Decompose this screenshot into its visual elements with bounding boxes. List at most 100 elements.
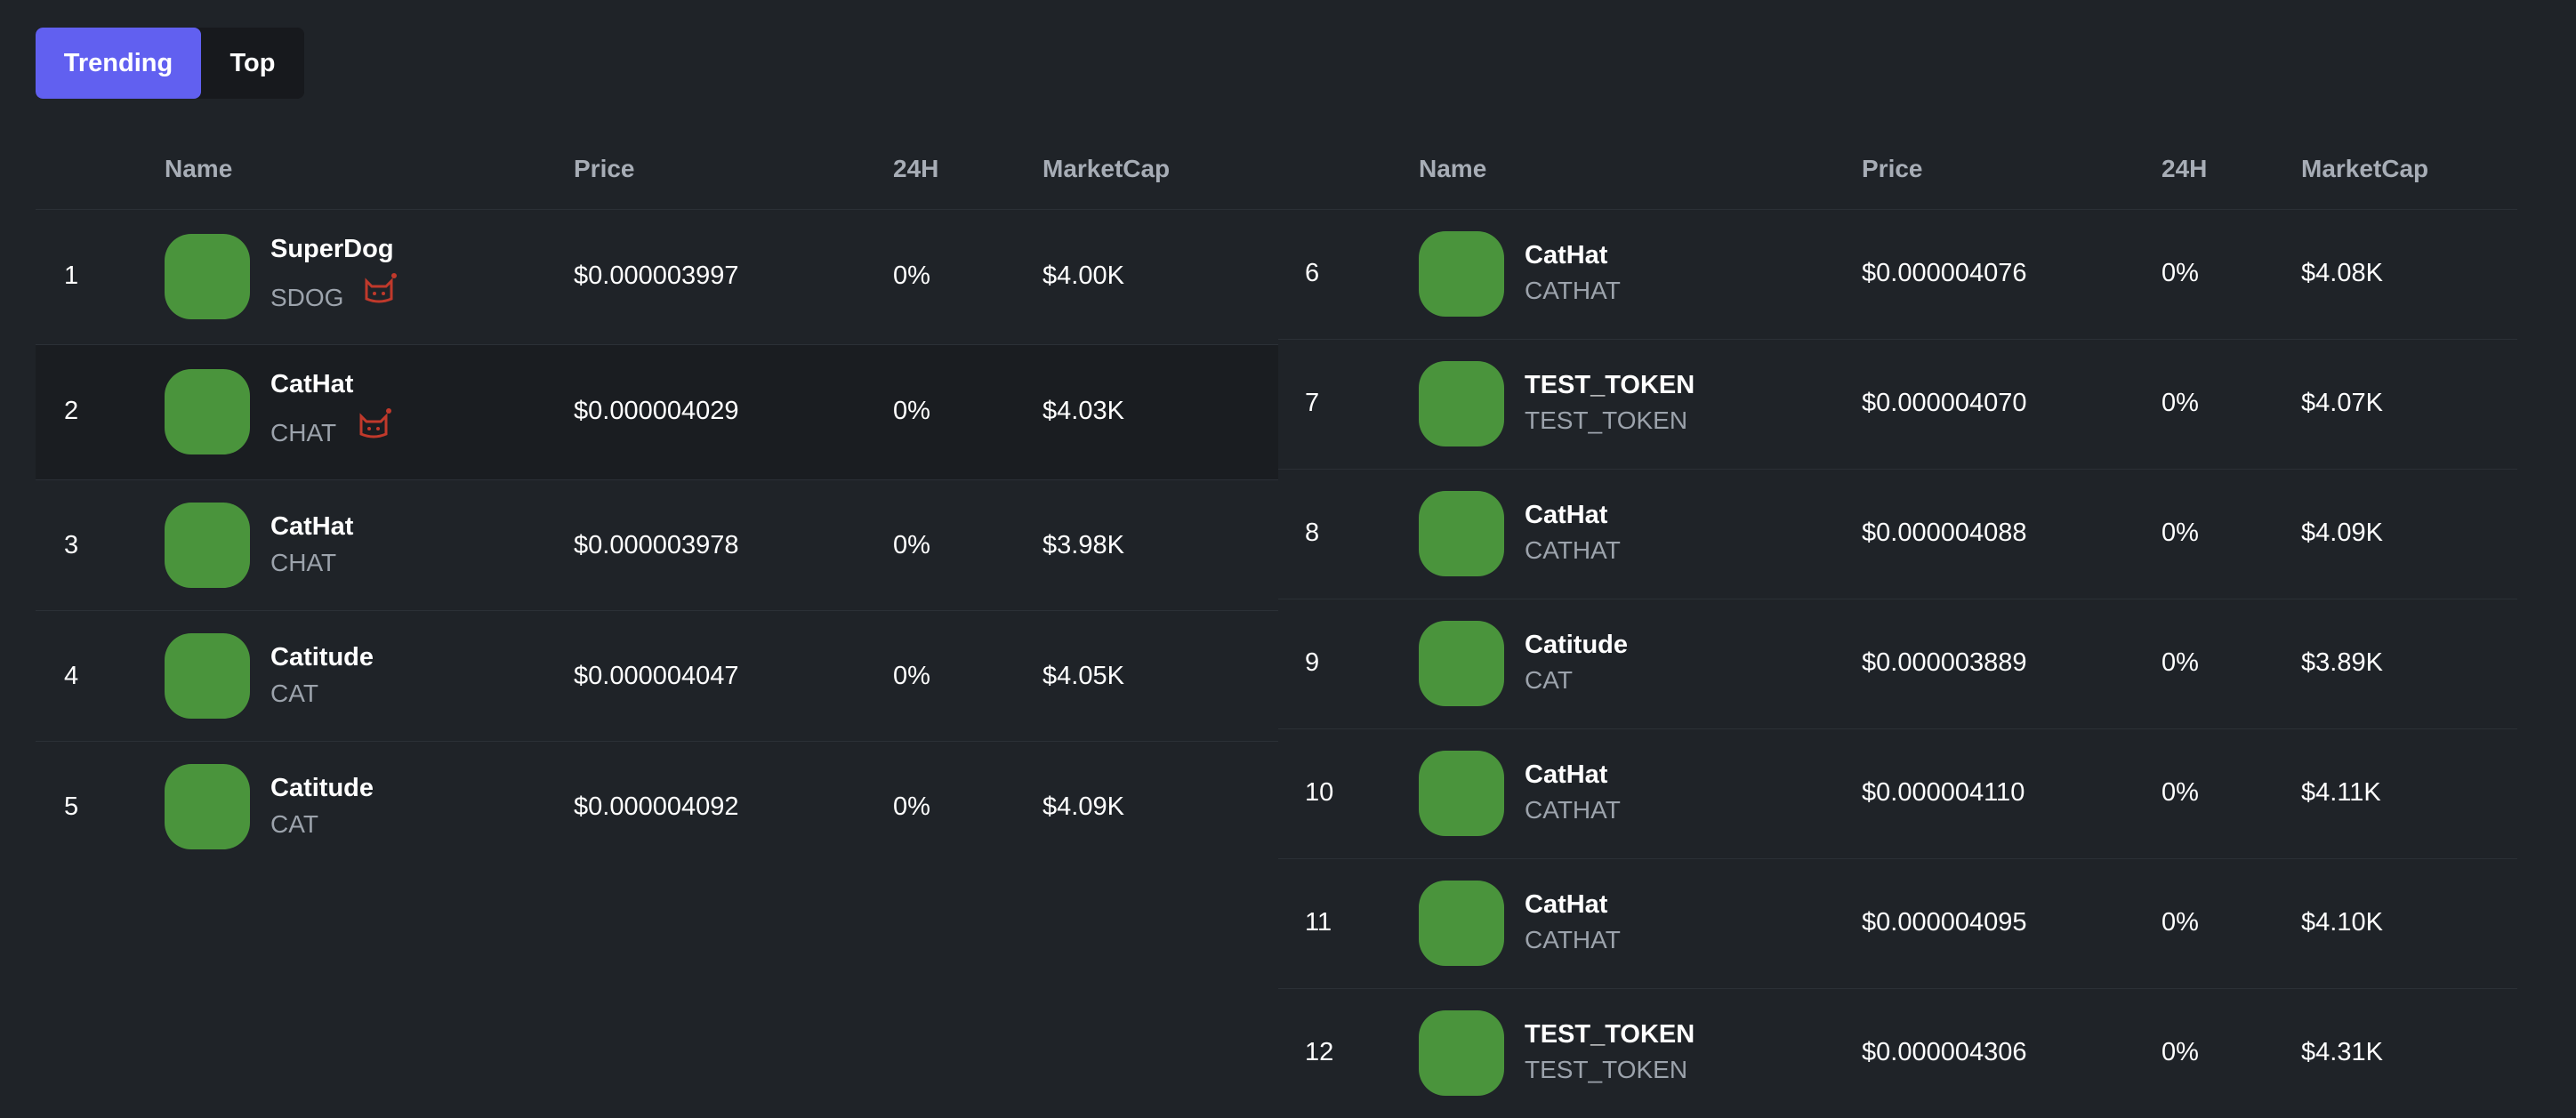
rank: 9 [1305,648,1320,677]
rank: 5 [64,792,79,821]
table-row[interactable]: 5 Catitude CAT $0.000004092 0% $4.09K [36,742,1278,872]
token-name: CatHat [1525,501,1608,529]
token-marketcap: $4.05K [1042,662,1124,690]
table-row[interactable]: 4 Catitude CAT $0.000004047 0% $4.05K [36,611,1278,742]
token-change: 0% [2161,519,2199,547]
table-row[interactable]: 10 CatHat CATHAT $0.000004110 0% $4.11K [1278,729,2517,859]
column-header-24h[interactable]: 24H [2161,155,2207,183]
tab-top[interactable]: Top [201,28,304,99]
token-price: $0.000003889 [1862,648,2027,677]
table-row[interactable]: 2 CatHat CHAT $0.000004029 0% $4.03K [36,345,1278,480]
token-marketcap: $4.09K [1042,792,1124,821]
token-logo [1419,361,1504,446]
token-symbol: CATHAT [1525,796,1621,824]
token-logo [1419,491,1504,576]
token-marketcap: $3.89K [2301,648,2383,677]
token-logo [165,503,250,588]
token-symbol: CAT [270,680,318,707]
rank: 8 [1305,519,1320,547]
token-logo [1419,621,1504,706]
token-symbol: CHAT [270,549,337,576]
token-name: Catitude [1525,631,1628,659]
token-price: $0.000004306 [1862,1038,2027,1066]
trending-table-right: Name Price 24H MarketCap 6 CatHat CATHAT… [1278,125,2517,1118]
table-row[interactable]: 9 Catitude CAT $0.000003889 0% $3.89K [1278,599,2517,729]
token-change: 0% [2161,259,2199,287]
table-row[interactable]: 6 CatHat CATHAT $0.000004076 0% $4.08K [1278,210,2517,340]
tab-group: Trending Top [36,28,304,99]
token-marketcap: $4.08K [2301,259,2383,287]
token-marketcap: $4.00K [1042,261,1124,290]
tab-trending[interactable]: Trending [36,28,201,99]
token-change: 0% [893,792,930,821]
column-header-name[interactable]: Name [1419,155,1486,183]
token-change: 0% [2161,1038,2199,1066]
rank: 7 [1305,389,1320,417]
token-change: 0% [893,397,930,425]
table-row[interactable]: 7 TEST_TOKEN TEST_TOKEN $0.000004070 0% … [1278,340,2517,470]
table-row[interactable]: 12 TEST_TOKEN TEST_TOKEN $0.000004306 0%… [1278,989,2517,1118]
rank: 10 [1305,778,1334,807]
token-symbol: CAT [1525,666,1573,694]
table-row[interactable]: 3 CatHat CHAT $0.000003978 0% $3.98K [36,480,1278,611]
token-name: CatHat [1525,890,1608,919]
token-price: $0.000004088 [1862,519,2027,547]
cat-face-icon [365,273,397,303]
token-marketcap: $4.07K [2301,389,2383,417]
token-change: 0% [893,662,930,690]
token-price: $0.000004047 [574,662,739,690]
token-name: TEST_TOKEN [1525,1020,1695,1049]
token-change: 0% [2161,389,2199,417]
column-header-marketcap[interactable]: MarketCap [2301,155,2428,183]
rank: 12 [1305,1038,1334,1066]
token-price: $0.000004095 [1862,908,2027,937]
token-price: $0.000004092 [574,792,739,821]
token-price: $0.000003978 [574,531,739,559]
cat-face-icon [359,408,391,438]
rank: 2 [64,397,79,425]
column-header-24h[interactable]: 24H [893,155,938,183]
token-price: $0.000004029 [574,397,739,425]
token-name: TEST_TOKEN [1525,371,1695,399]
token-logo [165,234,250,319]
token-name: CatHat [270,512,354,541]
token-marketcap: $4.09K [2301,519,2383,547]
token-name: Catitude [270,774,374,802]
rank: 3 [64,531,79,559]
column-header-price[interactable]: Price [574,155,635,183]
token-symbol: TEST_TOKEN [1525,1056,1688,1083]
token-price: $0.000004110 [1862,778,2025,807]
token-symbol: CATHAT [1525,277,1621,304]
token-price: $0.000003997 [574,261,739,290]
token-symbol: CAT [270,810,318,838]
table-header: Name Price 24H MarketCap [36,125,1278,210]
token-logo [165,764,250,849]
table-row[interactable]: 11 CatHat CATHAT $0.000004095 0% $4.10K [1278,859,2517,989]
token-logo [1419,1010,1504,1096]
column-header-marketcap[interactable]: MarketCap [1042,155,1170,183]
token-symbol: TEST_TOKEN [1525,406,1688,434]
token-change: 0% [893,531,930,559]
token-price: $0.000004070 [1862,389,2027,417]
token-marketcap: $4.11K [2301,778,2381,807]
token-name: CatHat [270,370,354,398]
token-symbol: CATHAT [1525,926,1621,953]
rank: 11 [1305,908,1332,937]
token-name: CatHat [1525,241,1608,269]
token-marketcap: $4.31K [2301,1038,2383,1066]
token-marketcap: $4.10K [2301,908,2383,937]
token-logo [1419,881,1504,966]
token-name: SuperDog [270,235,394,263]
rank: 1 [64,261,79,290]
token-logo [165,633,250,719]
table-row[interactable]: 8 CatHat CATHAT $0.000004088 0% $4.09K [1278,470,2517,599]
token-change: 0% [893,261,930,290]
table-row[interactable]: 1 SuperDog SDOG $0.000003997 0% $4.00K [36,210,1278,345]
token-marketcap: $3.98K [1042,531,1124,559]
rank: 4 [64,662,79,690]
token-change: 0% [2161,648,2199,677]
token-change: 0% [2161,778,2199,807]
column-header-price[interactable]: Price [1862,155,1923,183]
column-header-name[interactable]: Name [165,155,232,183]
token-logo [1419,751,1504,836]
